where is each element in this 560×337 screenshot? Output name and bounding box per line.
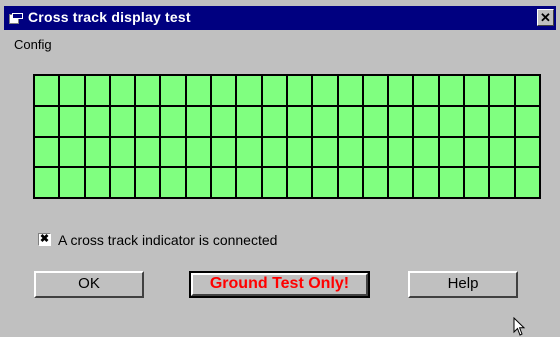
display-cell — [287, 168, 312, 197]
mouse-cursor-icon — [513, 317, 526, 336]
display-cell — [212, 76, 236, 105]
display-cell — [338, 76, 362, 105]
display-cell — [439, 106, 464, 136]
display-cell — [287, 106, 312, 136]
display-cell — [490, 137, 514, 167]
connected-checkbox[interactable]: ✖ — [38, 233, 51, 246]
display-cell — [465, 106, 489, 136]
display-cell — [439, 168, 464, 197]
display-cell — [186, 168, 211, 197]
display-cell — [35, 137, 59, 167]
display-cell — [85, 76, 109, 105]
connected-checkbox-label[interactable]: A cross track indicator is connected — [58, 232, 277, 248]
display-cell — [110, 106, 135, 136]
display-cell — [363, 168, 388, 197]
ok-button[interactable]: OK — [34, 271, 144, 298]
display-cell — [439, 76, 464, 105]
display-cell — [262, 168, 286, 197]
display-cell — [515, 137, 539, 167]
display-cell — [465, 137, 489, 167]
display-cell — [85, 106, 109, 136]
display-cell — [465, 76, 489, 105]
display-cell — [389, 168, 413, 197]
cross-track-display-grid — [33, 74, 541, 199]
display-cell — [161, 137, 185, 167]
display-cell — [60, 137, 84, 167]
dialog-window: Cross track display test ✕ Config ✖ A cr… — [0, 0, 560, 336]
display-cell — [186, 106, 211, 136]
display-cell — [338, 168, 362, 197]
display-cell — [212, 168, 236, 197]
window-title: Cross track display test — [28, 9, 191, 25]
display-cell — [60, 106, 84, 136]
display-cell — [161, 168, 185, 197]
display-cell — [262, 76, 286, 105]
display-cell — [490, 106, 514, 136]
display-cell — [363, 137, 388, 167]
display-cell — [389, 137, 413, 167]
display-cell — [237, 106, 261, 136]
display-cell — [35, 76, 59, 105]
display-cell — [136, 76, 160, 105]
display-cell — [60, 168, 84, 197]
display-cell — [515, 168, 539, 197]
display-cell — [515, 106, 539, 136]
display-cell — [212, 106, 236, 136]
display-cell — [262, 137, 286, 167]
display-cell — [414, 168, 438, 197]
display-cell — [85, 137, 109, 167]
display-cell — [490, 76, 514, 105]
display-cell — [389, 76, 413, 105]
display-cell — [363, 106, 388, 136]
display-cell — [262, 106, 286, 136]
display-cell — [313, 106, 337, 136]
display-cell — [161, 106, 185, 136]
display-cell — [136, 106, 160, 136]
display-cell — [465, 168, 489, 197]
display-cell — [136, 137, 160, 167]
display-cell — [110, 76, 135, 105]
menu-item-config[interactable]: Config — [14, 37, 52, 52]
title-bar[interactable]: Cross track display test ✕ — [4, 6, 556, 30]
display-cell — [287, 76, 312, 105]
display-cell — [439, 137, 464, 167]
display-cell — [35, 168, 59, 197]
display-cell — [186, 76, 211, 105]
display-cell — [338, 106, 362, 136]
display-cell — [363, 76, 388, 105]
display-cell — [110, 137, 135, 167]
display-cell — [313, 168, 337, 197]
display-cell — [338, 137, 362, 167]
display-cell — [414, 137, 438, 167]
display-cell — [35, 106, 59, 136]
display-cell — [515, 76, 539, 105]
display-cell — [414, 76, 438, 105]
display-cell — [136, 168, 160, 197]
display-cell — [237, 168, 261, 197]
close-button[interactable]: ✕ — [537, 9, 554, 26]
help-button[interactable]: Help — [408, 271, 518, 298]
window-icon — [9, 13, 23, 24]
ground-test-label: Ground Test Only! — [209, 275, 350, 292]
display-cell — [186, 137, 211, 167]
menu-bar: Config — [4, 32, 556, 54]
display-cell — [237, 76, 261, 105]
display-cell — [490, 168, 514, 197]
display-cell — [313, 76, 337, 105]
ground-test-button[interactable]: Ground Test Only! — [189, 271, 370, 298]
display-cell — [389, 106, 413, 136]
display-cell — [60, 76, 84, 105]
display-cell — [414, 106, 438, 136]
display-cell — [161, 76, 185, 105]
display-cell — [287, 137, 312, 167]
display-cell — [110, 168, 135, 197]
display-cell — [85, 168, 109, 197]
display-cell — [237, 137, 261, 167]
display-cell — [313, 137, 337, 167]
display-cell — [212, 137, 236, 167]
